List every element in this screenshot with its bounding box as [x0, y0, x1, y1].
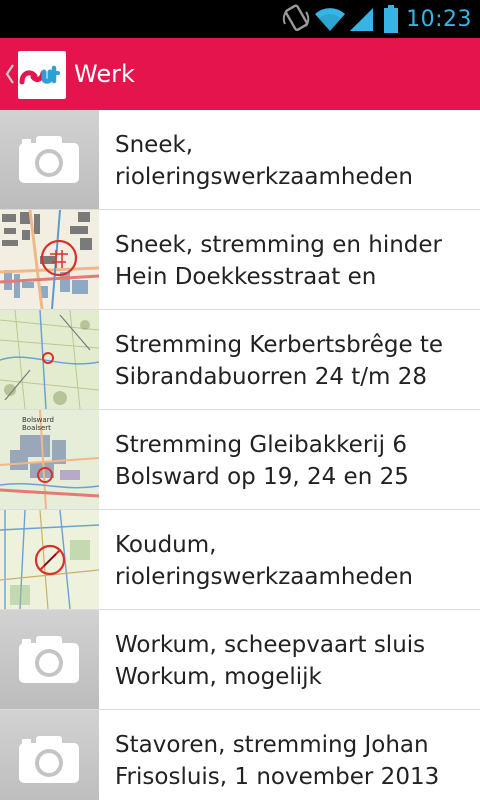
signal-icon: [348, 6, 374, 32]
list-item-title: Stavoren, stremming Johan Frisosluis, 1 …: [115, 732, 440, 790]
list-item[interactable]: Sneek, rioleringswerkzaamheden: [0, 110, 480, 210]
camera-icon: [19, 136, 79, 183]
camera-icon: [19, 636, 79, 683]
list-item-title: Workum, scheepvaart sluis Workum, mogeli…: [115, 632, 426, 690]
list-item-title: Sneek, stremming en hinder Hein Doekkess…: [115, 232, 442, 290]
map-thumbnail: [0, 310, 99, 409]
wifi-icon: [314, 6, 346, 32]
camera-placeholder-thumbnail: [0, 710, 99, 800]
map-label-boalsert: Boalsert: [22, 424, 51, 432]
list-item-title: Stremming Gleibakkerij 6 Bolsward op 19,…: [115, 432, 409, 490]
battery-icon: [384, 5, 399, 33]
up-caret-icon[interactable]: [5, 63, 15, 89]
list-item-title: Koudum, rioleringswerkzaamheden: [115, 532, 413, 590]
map-thumbnail: Bolsward Boalsert: [0, 410, 99, 509]
list-item[interactable]: Koudum, rioleringswerkzaamheden: [0, 510, 480, 610]
status-bar: 10:23: [0, 0, 480, 38]
map-thumbnail: [0, 210, 99, 309]
list-item-title: Stremming Kerbertsbrêge te Sibrandabuorr…: [115, 332, 444, 390]
status-time: 10:23: [406, 6, 472, 32]
camera-placeholder-thumbnail: [0, 110, 99, 209]
app-logo-icon[interactable]: [18, 51, 66, 99]
list-item[interactable]: Sneek, stremming en hinder Hein Doekkess…: [0, 210, 480, 310]
work-list: Sneek, rioleringswerkzaamheden Sneek, st…: [0, 110, 480, 800]
list-item[interactable]: Stavoren, stremming Johan Frisosluis, 1 …: [0, 710, 480, 800]
map-thumbnail: [0, 510, 99, 609]
status-icons: 10:23: [282, 0, 472, 38]
list-item[interactable]: Workum, scheepvaart sluis Workum, mogeli…: [0, 610, 480, 710]
screen-rotation-icon: [282, 4, 310, 34]
action-bar-title: Werk: [74, 60, 135, 88]
list-item[interactable]: Bolsward Boalsert Stremming Gleibakkerij…: [0, 410, 480, 510]
camera-icon: [19, 736, 79, 783]
map-label-bolsward: Bolsward: [22, 416, 54, 424]
list-item[interactable]: Stremming Kerbertsbrêge te Sibrandabuorr…: [0, 310, 480, 410]
camera-placeholder-thumbnail: [0, 610, 99, 709]
list-item-title: Sneek, rioleringswerkzaamheden: [115, 132, 413, 190]
action-bar: Werk: [0, 38, 480, 110]
